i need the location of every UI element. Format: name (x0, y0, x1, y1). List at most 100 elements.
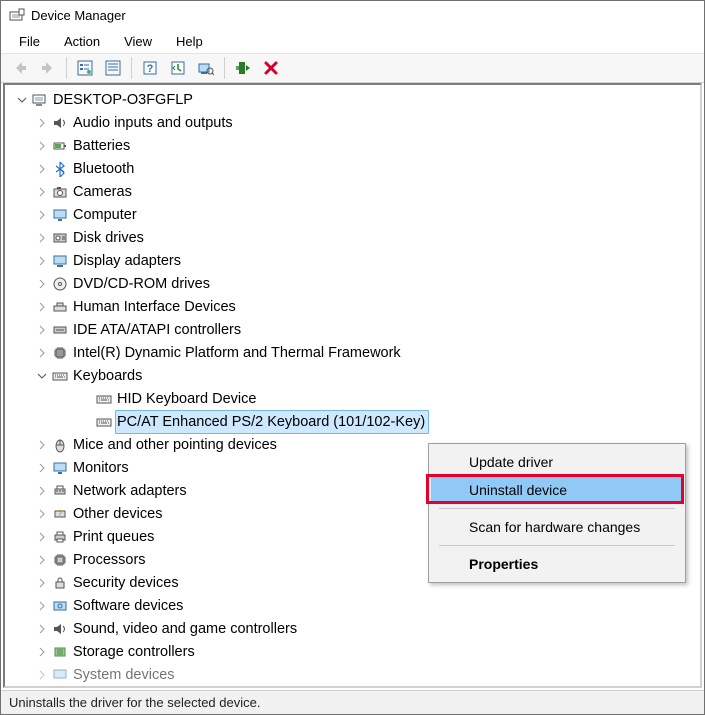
tree-label[interactable]: HID Keyboard Device (115, 387, 260, 411)
expand-icon[interactable] (35, 484, 49, 498)
expand-icon[interactable] (35, 461, 49, 475)
toolbar-view-tree-button[interactable] (72, 56, 98, 80)
tree-label[interactable]: Mice and other pointing devices (71, 433, 281, 457)
tree-label[interactable]: Processors (71, 548, 150, 572)
toolbar-view-list-button[interactable] (100, 56, 126, 80)
toolbar-update-button[interactable] (165, 56, 191, 80)
tree-label[interactable]: Disk drives (71, 226, 148, 250)
tree-node-audio[interactable]: Audio inputs and outputs (11, 112, 700, 135)
tree-node-hid[interactable]: Human Interface Devices (11, 296, 700, 319)
tree-node-cameras[interactable]: Cameras (11, 181, 700, 204)
other-icon: ? (51, 506, 69, 522)
expand-icon[interactable] (35, 116, 49, 130)
tree-node-intel[interactable]: Intel(R) Dynamic Platform and Thermal Fr… (11, 342, 700, 365)
expand-icon[interactable] (35, 277, 49, 291)
tree-label[interactable]: Monitors (71, 456, 133, 480)
tree-label[interactable]: Storage controllers (71, 640, 199, 664)
toolbar-enable-button[interactable] (230, 56, 256, 80)
tree-label[interactable]: IDE ATA/ATAPI controllers (71, 318, 245, 342)
tree-label[interactable]: System devices (71, 663, 179, 686)
tree-node-disks[interactable]: Disk drives (11, 227, 700, 250)
menu-view[interactable]: View (112, 32, 164, 51)
back-button[interactable] (7, 56, 33, 80)
tree-node-ps2-keyboard[interactable]: PC/AT Enhanced PS/2 Keyboard (101/102-Ke… (11, 411, 700, 434)
expand-icon[interactable] (35, 185, 49, 199)
speaker-icon (51, 115, 69, 131)
toolbar-help-button[interactable]: ? (137, 56, 163, 80)
tree-label[interactable]: Cameras (71, 180, 136, 204)
expand-icon[interactable] (35, 438, 49, 452)
tree-label[interactable]: DVD/CD-ROM drives (71, 272, 214, 296)
tree-label[interactable]: Print queues (71, 525, 158, 549)
expand-icon[interactable] (35, 507, 49, 521)
tree-root[interactable]: DESKTOP-O3FGFLP (11, 89, 700, 112)
expand-icon[interactable] (35, 162, 49, 176)
device-manager-icon (9, 8, 25, 24)
ctx-update-driver[interactable]: Update driver (431, 448, 683, 476)
window-title: Device Manager (31, 8, 126, 23)
expand-icon[interactable] (35, 139, 49, 153)
expand-icon[interactable] (35, 599, 49, 613)
tree-root-label[interactable]: DESKTOP-O3FGFLP (51, 88, 197, 112)
expand-icon[interactable] (35, 300, 49, 314)
ctx-properties[interactable]: Properties (431, 550, 683, 578)
tree-node-display[interactable]: Display adapters (11, 250, 700, 273)
tree-label[interactable]: Security devices (71, 571, 183, 595)
expand-icon[interactable] (35, 576, 49, 590)
tree-label[interactable]: Audio inputs and outputs (71, 111, 237, 135)
forward-button[interactable] (35, 56, 61, 80)
device-tree[interactable]: DESKTOP-O3FGFLP Audio inputs and outputs… (5, 85, 700, 687)
expand-icon[interactable] (35, 208, 49, 222)
expand-icon[interactable] (35, 323, 49, 337)
ctx-scan-hardware[interactable]: Scan for hardware changes (431, 513, 683, 541)
menu-file[interactable]: File (7, 32, 52, 51)
expand-icon[interactable] (35, 622, 49, 636)
tree-node-keyboards[interactable]: Keyboards (11, 365, 700, 388)
tree-label[interactable]: Software devices (71, 594, 187, 618)
speaker-icon (51, 621, 69, 637)
menu-help[interactable]: Help (164, 32, 215, 51)
expand-icon[interactable] (35, 668, 49, 682)
expand-icon[interactable] (35, 553, 49, 567)
tree-label[interactable]: Other devices (71, 502, 166, 526)
tree-label[interactable]: Network adapters (71, 479, 191, 503)
tree-node-system[interactable]: System devices (11, 664, 700, 687)
title-bar: Device Manager (1, 1, 704, 31)
expand-icon[interactable] (35, 346, 49, 360)
tree-node-bluetooth[interactable]: Bluetooth (11, 158, 700, 181)
tree-node-hid-keyboard[interactable]: HID Keyboard Device (11, 388, 700, 411)
tree-label[interactable]: Sound, video and game controllers (71, 617, 301, 641)
tree-node-storage[interactable]: Storage controllers (11, 641, 700, 664)
tree-label-selected[interactable]: PC/AT Enhanced PS/2 Keyboard (101/102-Ke… (115, 410, 429, 434)
ctx-uninstall-device[interactable]: Uninstall device (431, 476, 683, 504)
tree-label[interactable]: Bluetooth (71, 157, 138, 181)
toolbar-uninstall-button[interactable] (258, 56, 284, 80)
bluetooth-icon (51, 161, 69, 177)
menu-action[interactable]: Action (52, 32, 112, 51)
toolbar-scan-button[interactable] (193, 56, 219, 80)
expand-icon[interactable] (35, 530, 49, 544)
expand-icon[interactable] (35, 231, 49, 245)
tree-label[interactable]: Display adapters (71, 249, 185, 273)
svg-text:?: ? (58, 509, 63, 518)
expand-icon[interactable] (35, 254, 49, 268)
tree-label[interactable]: Computer (71, 203, 141, 227)
ctx-separator (439, 545, 675, 546)
tree-node-batteries[interactable]: Batteries (11, 135, 700, 158)
expand-icon[interactable] (15, 93, 29, 107)
monitor-icon (51, 460, 69, 476)
tree-node-dvd[interactable]: DVD/CD-ROM drives (11, 273, 700, 296)
tree-label[interactable]: Human Interface Devices (71, 295, 240, 319)
tree-node-ata[interactable]: IDE ATA/ATAPI controllers (11, 319, 700, 342)
tree-label[interactable]: Keyboards (71, 364, 146, 388)
system-icon (51, 667, 69, 683)
storage-icon (51, 644, 69, 660)
tree-label[interactable]: Intel(R) Dynamic Platform and Thermal Fr… (71, 341, 405, 365)
tree-node-computer[interactable]: Computer (11, 204, 700, 227)
tree-node-sound[interactable]: Sound, video and game controllers (11, 618, 700, 641)
network-icon (51, 483, 69, 499)
expand-icon[interactable] (35, 645, 49, 659)
expand-icon[interactable] (35, 369, 49, 383)
tree-label[interactable]: Batteries (71, 134, 134, 158)
tree-node-software[interactable]: Software devices (11, 595, 700, 618)
